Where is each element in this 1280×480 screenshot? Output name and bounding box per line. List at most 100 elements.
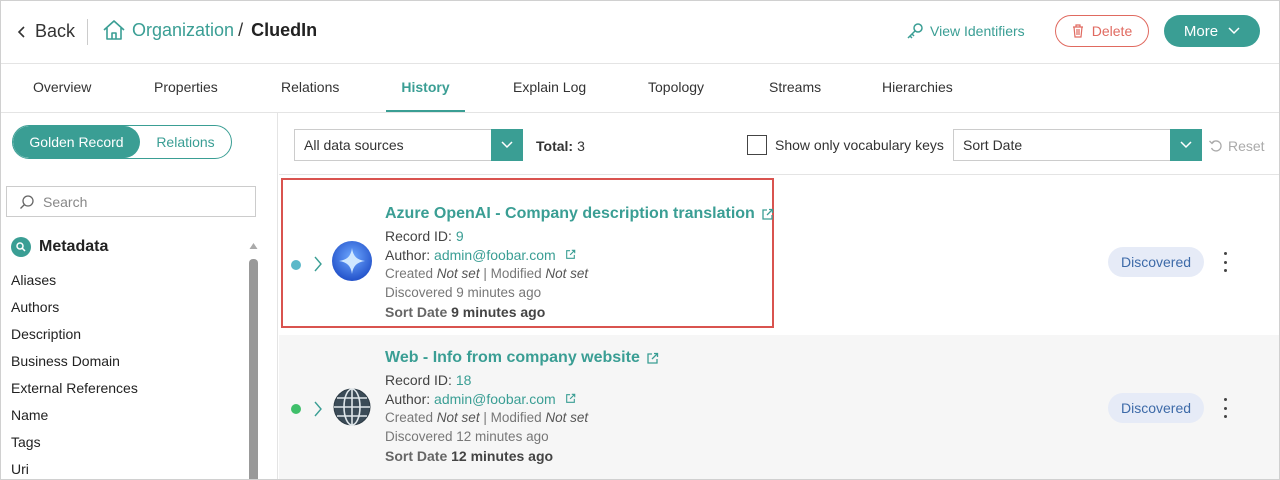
metadata-item[interactable]: Aliases <box>11 267 138 294</box>
history-toolbar: All data sources Total: 3 Show only vocab… <box>279 113 1279 175</box>
metadata-search-icon <box>11 237 31 257</box>
record-title-text: Azure OpenAI - Company description trans… <box>385 205 755 222</box>
record-id-value[interactable]: 18 <box>456 372 472 388</box>
checkbox-box[interactable] <box>747 135 767 155</box>
metadata-item[interactable]: Tags <box>11 429 138 456</box>
toggle-relations[interactable]: Relations <box>140 126 231 158</box>
chevron-right-icon[interactable] <box>313 400 323 418</box>
tab-hierarchies[interactable]: Hierarchies <box>882 64 953 112</box>
record-title[interactable]: Web - Info from company website <box>385 349 659 367</box>
metadata-item[interactable]: Description <box>11 321 138 348</box>
external-link-icon[interactable] <box>761 208 774 221</box>
tab-streams[interactable]: Streams <box>769 64 821 112</box>
openai-sparkle-icon <box>332 241 372 281</box>
chevron-down-icon[interactable] <box>491 129 523 161</box>
record-id: Record ID: 9 <box>385 228 464 244</box>
view-identifiers-button[interactable]: View Identifiers <box>906 22 1025 40</box>
tab-topology[interactable]: Topology <box>648 64 704 112</box>
sidebar-scrollbar[interactable] <box>249 241 258 479</box>
more-label: More <box>1183 22 1219 40</box>
reset-icon <box>1209 140 1222 152</box>
breadcrumb-organization[interactable]: Organization <box>132 20 234 41</box>
metadata-header[interactable]: Metadata <box>11 237 108 257</box>
tab-history[interactable]: History <box>386 64 465 112</box>
chevron-left-icon <box>17 25 25 38</box>
chevron-right-icon[interactable] <box>313 255 323 273</box>
breadcrumb-separator: / <box>238 19 244 40</box>
author-link[interactable]: admin@foobar.com <box>434 247 556 263</box>
record-id-value[interactable]: 9 <box>456 228 464 244</box>
reset-label: Reset <box>1228 138 1265 154</box>
view-identifiers-label: View Identifiers <box>930 23 1025 39</box>
breadcrumb: Organization / CluedIn <box>102 19 317 41</box>
back-label: Back <box>35 21 76 41</box>
total-value: 3 <box>577 138 585 154</box>
view-toggle: Golden Record Relations <box>12 125 232 159</box>
search-input[interactable] <box>43 193 243 210</box>
history-record[interactable]: Azure OpenAI - Company description trans… <box>279 175 1279 328</box>
scroll-up-icon[interactable] <box>249 241 258 251</box>
record-dates: Created Not set | Modified Not set <box>385 410 589 425</box>
tab-explain-log[interactable]: Explain Log <box>513 64 586 112</box>
total-count: Total: 3 <box>536 138 585 154</box>
toggle-golden-record[interactable]: Golden Record <box>13 126 140 158</box>
trash-icon <box>1072 24 1083 38</box>
metadata-list: Aliases Authors Description Business Dom… <box>11 267 138 479</box>
record-id: Record ID: 18 <box>385 372 472 388</box>
metadata-item[interactable]: Uri <box>11 456 138 479</box>
author-link[interactable]: admin@foobar.com <box>434 391 556 407</box>
record-sort-date: Sort Date 12 minutes ago <box>385 448 554 464</box>
globe-icon <box>333 388 371 426</box>
metadata-item[interactable]: Name <box>11 402 138 429</box>
search-box <box>6 186 256 217</box>
vocabulary-keys-label: Show only vocabulary keys <box>775 137 944 153</box>
record-sort-date: Sort Date 9 minutes ago <box>385 304 546 320</box>
external-link-icon[interactable] <box>565 249 576 260</box>
external-link-icon[interactable] <box>646 352 659 365</box>
page-header: Back Organization / CluedIn View Identif… <box>1 1 1279 63</box>
metadata-item[interactable]: Business Domain <box>11 348 138 375</box>
record-author: Author: admin@foobar.com <box>385 391 576 407</box>
tab-relations[interactable]: Relations <box>281 64 339 112</box>
sort-select[interactable]: Sort Date <box>953 129 1202 161</box>
reset-button[interactable]: Reset <box>1208 138 1265 154</box>
search-icon <box>20 194 34 209</box>
chevron-down-icon <box>1228 27 1240 35</box>
status-badge: Discovered <box>1108 247 1204 277</box>
vocabulary-keys-checkbox[interactable]: Show only vocabulary keys <box>747 135 944 155</box>
record-dates: Created Not set | Modified Not set <box>385 266 589 281</box>
record-title[interactable]: Azure OpenAI - Company description trans… <box>385 205 774 223</box>
record-discovered: Discovered 12 minutes ago <box>385 429 549 444</box>
total-label: Total: <box>536 138 574 154</box>
data-source-select[interactable]: All data sources <box>294 129 523 161</box>
home-icon[interactable] <box>102 19 126 41</box>
kebab-menu-icon[interactable] <box>1219 398 1231 418</box>
kebab-menu-icon[interactable] <box>1219 252 1231 272</box>
header-divider <box>87 19 88 45</box>
data-source-value: All data sources <box>304 137 404 153</box>
metadata-item[interactable]: External References <box>11 375 138 402</box>
metadata-title: Metadata <box>39 238 109 255</box>
record-discovered: Discovered 9 minutes ago <box>385 285 542 300</box>
app-window: Back Organization / CluedIn View Identif… <box>0 0 1280 480</box>
page-title: CluedIn <box>251 19 318 40</box>
tab-properties[interactable]: Properties <box>154 64 218 112</box>
status-dot <box>291 404 301 414</box>
key-icon <box>907 23 923 39</box>
history-record[interactable]: Web - Info from company website Record I… <box>279 335 1279 479</box>
sort-value: Sort Date <box>963 137 1023 153</box>
metadata-item[interactable]: Authors <box>11 294 138 321</box>
status-dot <box>291 260 301 270</box>
scrollbar-thumb[interactable] <box>249 259 258 479</box>
record-title-text: Web - Info from company website <box>385 349 640 366</box>
status-badge: Discovered <box>1108 393 1204 423</box>
record-author: Author: admin@foobar.com <box>385 247 576 263</box>
chevron-down-icon[interactable] <box>1170 129 1202 161</box>
external-link-icon[interactable] <box>565 393 576 404</box>
more-button[interactable]: More <box>1164 15 1260 47</box>
delete-button[interactable]: Delete <box>1055 15 1149 47</box>
tab-overview[interactable]: Overview <box>33 64 91 112</box>
delete-label: Delete <box>1091 23 1133 39</box>
sidebar: Golden Record Relations Metadata Aliases… <box>1 113 278 479</box>
back-button[interactable]: Back <box>17 21 75 42</box>
